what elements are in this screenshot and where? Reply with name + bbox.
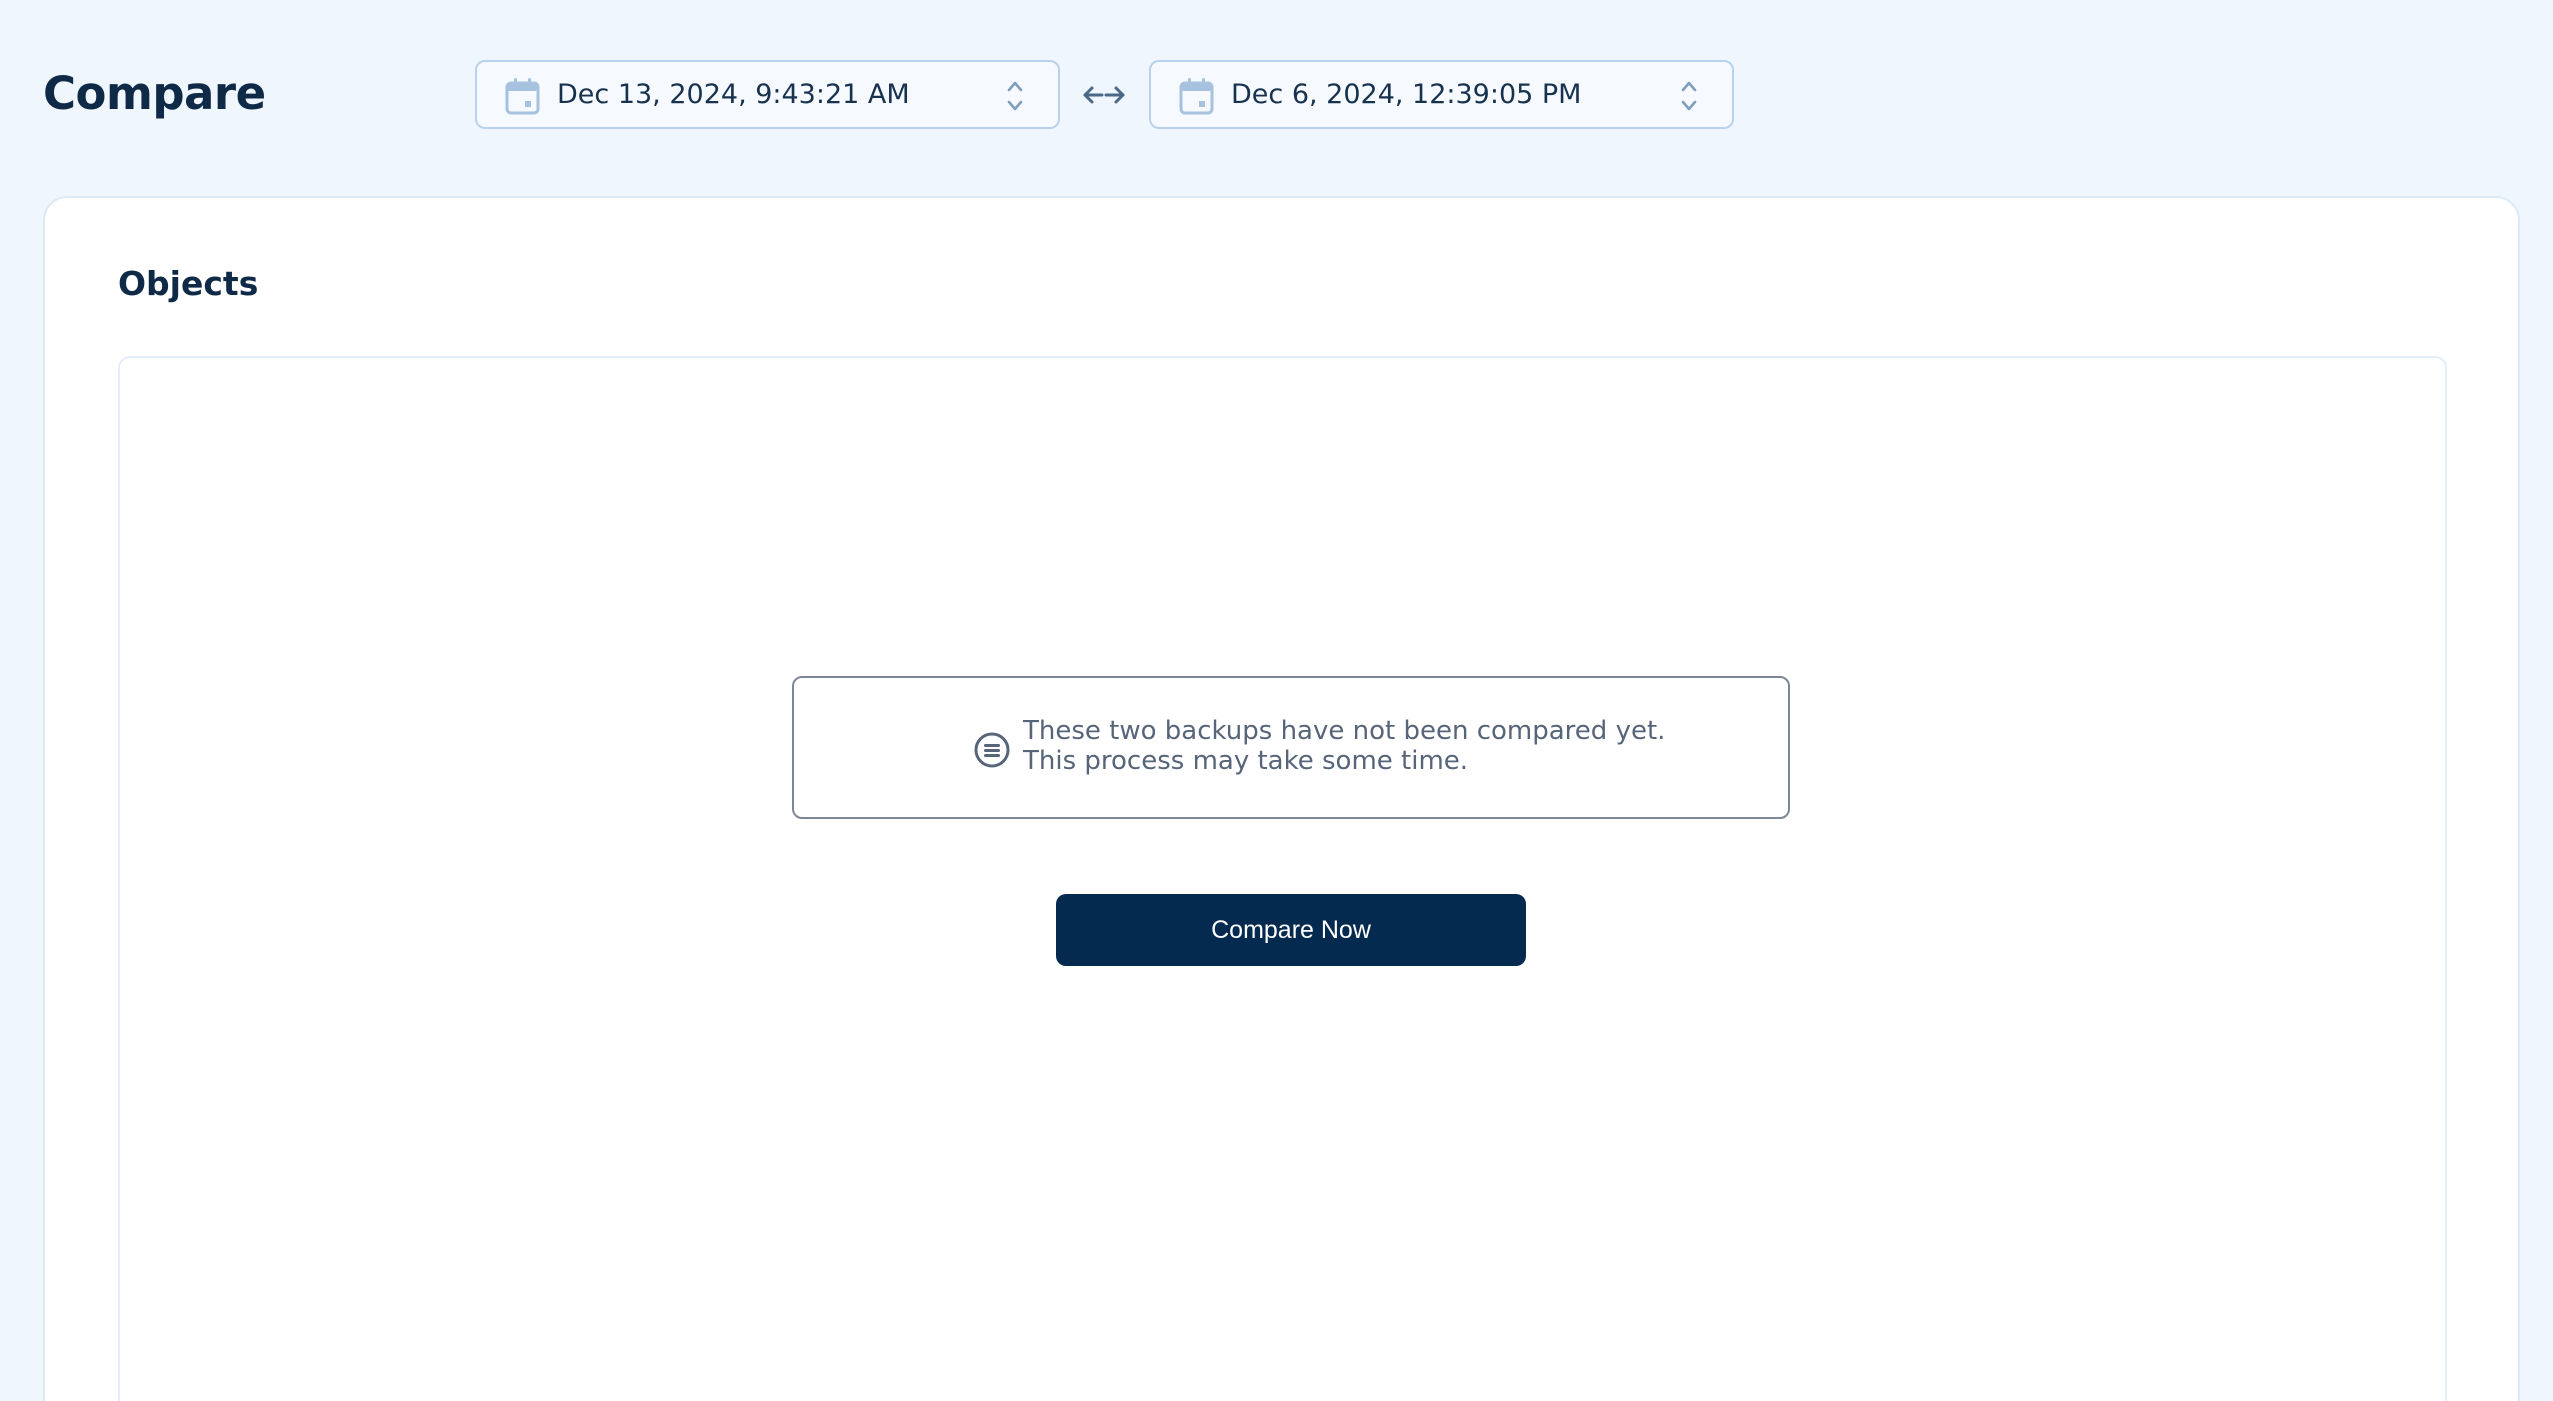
objects-section-title: Objects <box>118 264 259 303</box>
compare-page: Compare Dec 13, 2024, 9:43:21 AM Dec 6, <box>0 0 2553 1401</box>
from-date-value: Dec 13, 2024, 9:43:21 AM <box>557 79 910 110</box>
compare-now-button[interactable]: Compare Now <box>1056 894 1526 966</box>
notice-line-2: This process may take some time. <box>1023 746 1469 776</box>
list-circle-icon <box>974 732 1010 768</box>
to-date-select[interactable]: Dec 6, 2024, 12:39:05 PM <box>1149 60 1734 129</box>
not-compared-notice: These two backups have not been compared… <box>792 676 1790 819</box>
to-date-value: Dec 6, 2024, 12:39:05 PM <box>1231 79 1582 110</box>
page-title: Compare <box>43 67 266 120</box>
notice-message: These two backups have not been compared… <box>1023 716 1665 776</box>
swap-arrows-icon[interactable] <box>1083 84 1125 106</box>
objects-panel: These two backups have not been compared… <box>118 356 2447 1401</box>
calendar-icon <box>505 78 540 115</box>
notice-line-1: These two backups have not been compared… <box>1023 716 1666 746</box>
objects-card: Objects These two backups have not been … <box>43 196 2520 1401</box>
chevron-up-down-icon <box>1007 81 1023 111</box>
calendar-icon <box>1179 78 1214 115</box>
from-date-select[interactable]: Dec 13, 2024, 9:43:21 AM <box>475 60 1060 129</box>
chevron-up-down-icon <box>1681 81 1697 111</box>
